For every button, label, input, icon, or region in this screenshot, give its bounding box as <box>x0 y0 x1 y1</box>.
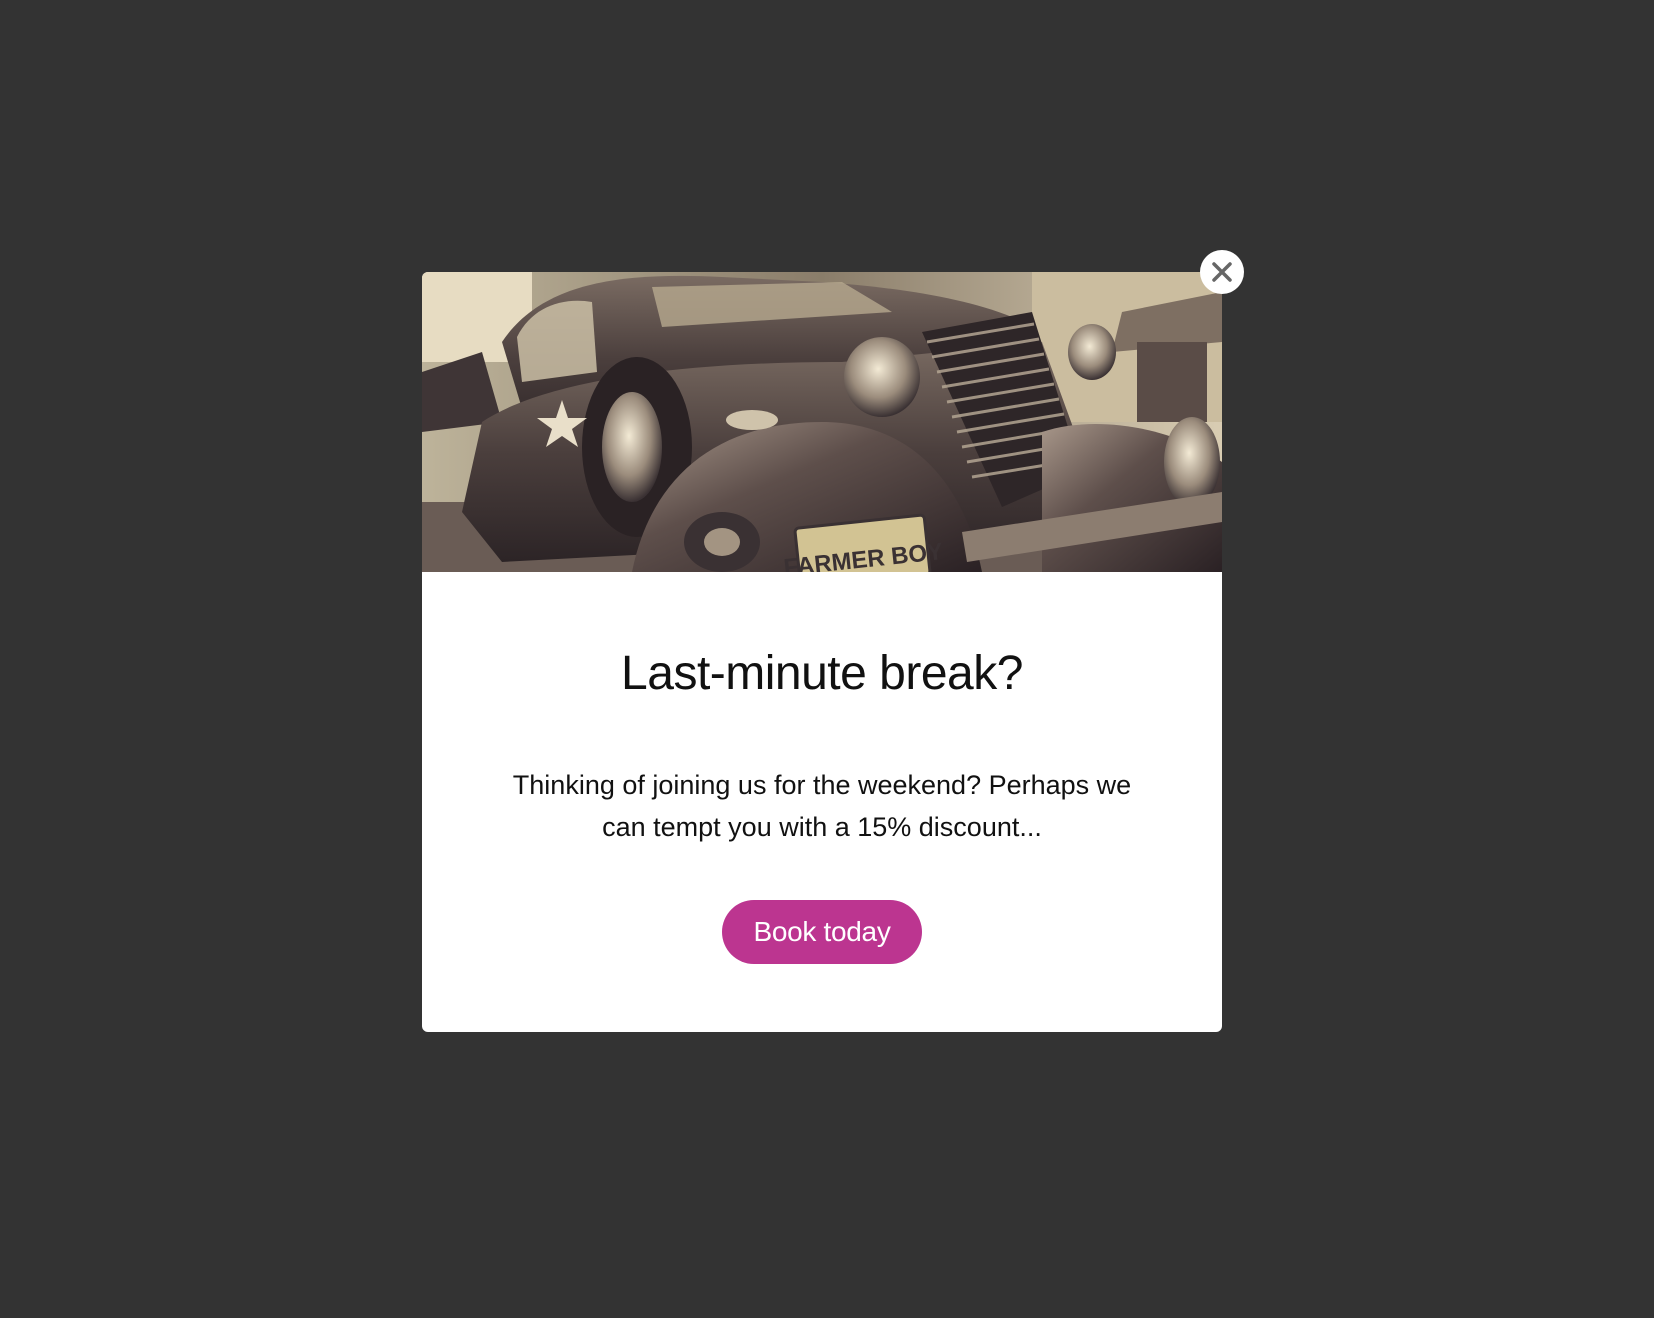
popup-body-text: Thinking of joining us for the weekend? … <box>512 770 1132 842</box>
popup-title: Last-minute break? <box>621 647 1023 700</box>
close-button[interactable] <box>1200 250 1244 294</box>
hero-image-vintage-car: FARMER BOY <box>422 272 1222 572</box>
book-today-button[interactable]: Book today <box>722 900 922 964</box>
close-icon <box>1212 262 1232 282</box>
promo-popup: FARMER BOY Last-minute break? Thinking o… <box>422 272 1222 1032</box>
